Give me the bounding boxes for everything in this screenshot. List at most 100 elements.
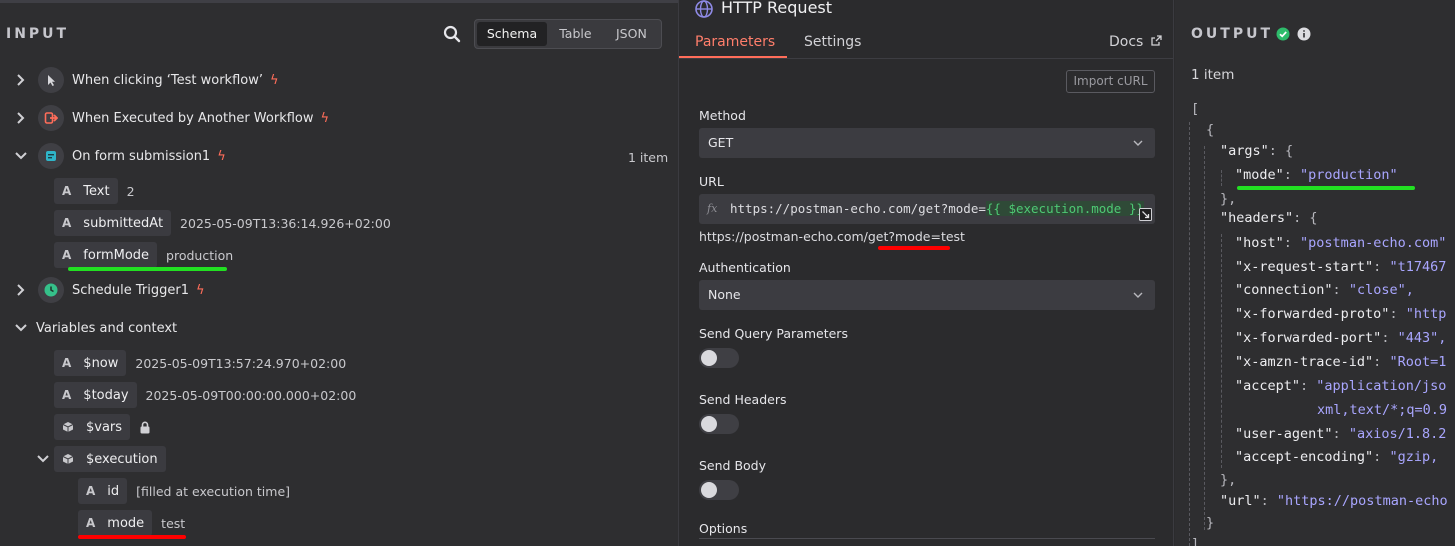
cube-icon <box>62 454 74 464</box>
json-value: "postman-echo.com" <box>1300 235 1447 251</box>
tab-schema[interactable]: Schema <box>477 22 547 46</box>
json-key[interactable]: "url" <box>1220 493 1261 509</box>
variables-section-header[interactable]: Variables and context <box>14 315 177 341</box>
field-key: submittedAt <box>83 215 164 231</box>
field-value: [filled at execution time] <box>136 483 291 499</box>
trigger-bolt-icon: ϟ <box>269 72 279 88</box>
method-select[interactable]: GET <box>699 128 1155 158</box>
send-headers-toggle[interactable] <box>699 414 739 434</box>
json-key[interactable]: "x-request-start" <box>1235 259 1373 275</box>
chevron-down-icon[interactable] <box>14 321 28 335</box>
field-row-submittedat: AsubmittedAt 2025-05-09T13:36:14.926+02:… <box>54 210 391 236</box>
json-key[interactable]: "host" <box>1235 235 1284 251</box>
var-row-today: A $today 2025-05-09T00:00:00.000+02:00 <box>54 382 356 408</box>
tab-parameters[interactable]: Parameters <box>695 34 775 50</box>
json-key[interactable]: "connection" <box>1235 282 1333 298</box>
send-query-label: Send Query Parameters <box>699 326 848 341</box>
field-key: Text <box>83 183 110 199</box>
chevron-right-icon[interactable] <box>14 111 28 125</box>
json-brace: }, <box>1220 191 1237 207</box>
json-key[interactable]: "args" <box>1220 143 1269 159</box>
field-pill[interactable]: A $today <box>54 382 137 408</box>
docs-label: Docs <box>1109 34 1144 50</box>
tabs-divider <box>679 58 1173 59</box>
field-pill[interactable]: Amode <box>78 510 153 536</box>
json-key[interactable]: "accept-encoding" <box>1235 449 1373 465</box>
field-pill[interactable]: A Text <box>54 178 118 204</box>
string-type-icon: A <box>62 388 72 402</box>
cursor-icon <box>38 67 64 93</box>
field-pill[interactable]: AsubmittedAt <box>54 210 172 236</box>
json-brace: } <box>1206 515 1215 531</box>
field-pill[interactable]: AformMode <box>54 242 158 268</box>
node-label: When Executed by Another Workflow <box>72 110 314 126</box>
node-row-executed-by-workflow[interactable]: When Executed by Another Workflow ϟ <box>14 105 329 131</box>
url-resolved-preview: https://postman-echo.com/get?mode=test <box>699 229 965 244</box>
json-value: "https://postman-echo <box>1276 493 1448 509</box>
method-label: Method <box>699 108 746 123</box>
json-value: "axios/1.8.2 <box>1348 426 1447 442</box>
json-key[interactable]: "accept" <box>1235 378 1300 394</box>
json-row-args: "args": { <box>1220 143 1293 159</box>
node-row-schedule-trigger[interactable]: Schedule Trigger1 ϟ <box>14 277 205 303</box>
tab-json[interactable]: JSON <box>604 22 659 46</box>
auth-label: Authentication <box>699 260 791 275</box>
toggle-knob <box>701 482 717 498</box>
json-key[interactable]: "x-amzn-trace-id" <box>1235 354 1373 370</box>
method-value: GET <box>708 135 734 150</box>
url-input[interactable]: fx https://postman-echo.com/get?mode={{ … <box>699 194 1155 224</box>
json-value: "close", <box>1348 282 1414 298</box>
sign-in-icon <box>38 105 64 131</box>
chevron-down-icon[interactable] <box>14 149 28 163</box>
chevron-down-icon <box>1133 292 1143 298</box>
var-row-vars: $vars <box>54 414 151 440</box>
json-key[interactable]: "x-forwarded-proto" <box>1235 306 1389 322</box>
node-row-form-submission[interactable]: On form submission1 ϟ <box>14 143 226 169</box>
json-key[interactable]: "headers" <box>1220 210 1293 226</box>
json-key[interactable]: "x-forwarded-port" <box>1235 330 1381 346</box>
tab-settings[interactable]: Settings <box>804 34 861 50</box>
chevron-right-icon[interactable] <box>14 73 28 87</box>
import-curl-button[interactable]: Import cURL <box>1066 70 1155 93</box>
string-type-icon: A <box>62 216 72 230</box>
field-value: test <box>161 515 186 531</box>
json-brace: }, <box>1220 472 1237 488</box>
info-icon[interactable] <box>1297 27 1311 41</box>
url-value: https://postman-echo.com/get?mode={{ $ex… <box>730 194 1144 224</box>
docs-link[interactable]: Docs <box>1109 34 1162 50</box>
chevron-down-icon[interactable] <box>36 452 50 466</box>
field-pill[interactable]: Aid <box>78 478 128 504</box>
json-key[interactable]: "mode" <box>1235 167 1284 183</box>
json-row-header: "accept-encoding": "gzip, <box>1235 449 1439 465</box>
field-pill[interactable]: $execution <box>54 446 166 472</box>
expand-editor-icon[interactable] <box>1139 208 1152 221</box>
tab-table[interactable]: Table <box>547 22 604 46</box>
json-value: "t17467 <box>1389 259 1447 275</box>
node-row-test-workflow[interactable]: When clicking ‘Test workflow’ ϟ <box>14 67 279 93</box>
input-title: INPUT <box>6 26 70 42</box>
clock-icon <box>38 277 64 303</box>
chevron-right-icon[interactable] <box>14 283 28 297</box>
auth-select[interactable]: None <box>699 280 1155 310</box>
options-divider <box>699 538 1155 539</box>
var-row-execution: $execution <box>36 446 166 472</box>
node-title: HTTP Request <box>721 0 833 17</box>
globe-icon <box>695 0 713 18</box>
search-icon[interactable] <box>442 24 462 44</box>
green-highlight-underline <box>68 267 227 271</box>
node-label: Schedule Trigger1 <box>72 282 189 298</box>
field-key: $vars <box>86 419 123 435</box>
field-pill[interactable]: A $now <box>54 350 127 376</box>
field-key: $today <box>83 387 129 403</box>
success-check-icon <box>1276 27 1290 41</box>
field-pill[interactable]: $vars <box>54 414 131 440</box>
string-type-icon: A <box>62 248 72 262</box>
indent-guide <box>1204 146 1205 530</box>
panel-top-border <box>0 0 678 3</box>
json-row-header: "x-amzn-trace-id": "Root=1 <box>1235 354 1447 370</box>
json-row-header: "host": "postman-echo.com" <box>1235 235 1447 251</box>
send-body-toggle[interactable] <box>699 480 739 500</box>
send-query-toggle[interactable] <box>699 348 739 368</box>
json-key[interactable]: "user-agent" <box>1235 426 1333 442</box>
json-bracket: [ <box>1191 101 1200 117</box>
